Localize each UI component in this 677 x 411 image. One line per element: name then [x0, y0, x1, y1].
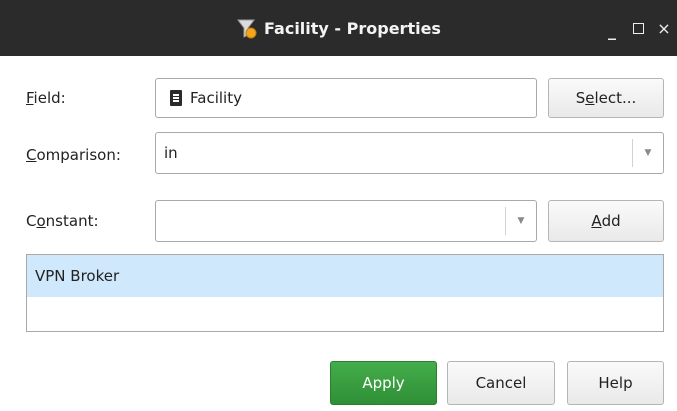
- document-icon: [170, 90, 182, 106]
- comparison-value: in: [164, 144, 178, 162]
- add-button[interactable]: Add: [548, 200, 664, 242]
- chevron-down-icon[interactable]: ▼: [505, 207, 536, 235]
- title-bar[interactable]: Facility - Properties _ ×: [0, 0, 677, 56]
- comparison-label: Comparison:: [26, 146, 121, 164]
- window-controls: _ ×: [603, 0, 673, 56]
- field-value: Facility: [190, 89, 242, 107]
- window-title: Facility - Properties: [264, 18, 441, 38]
- constant-label: Constant:: [26, 212, 99, 230]
- chevron-down-icon[interactable]: ▼: [632, 139, 663, 167]
- maximize-button[interactable]: [629, 19, 647, 38]
- comparison-dropdown[interactable]: in ▼: [155, 132, 664, 174]
- list-item[interactable]: VPN Broker: [27, 255, 663, 297]
- help-button[interactable]: Help: [567, 361, 664, 405]
- title-wrap: Facility - Properties: [0, 0, 677, 56]
- field-value-box: Facility: [155, 78, 537, 118]
- constant-combobox[interactable]: ▼: [155, 200, 537, 242]
- field-label: Field:: [26, 89, 66, 107]
- minimize-button[interactable]: _: [603, 21, 621, 40]
- properties-dialog: Facility - Properties _ × Field: Facilit…: [0, 0, 677, 411]
- cancel-button[interactable]: Cancel: [447, 361, 555, 405]
- funnel-badge-icon: [237, 19, 257, 39]
- maximize-icon: [632, 22, 644, 34]
- constant-list[interactable]: VPN Broker: [26, 254, 664, 332]
- close-button[interactable]: ×: [655, 19, 673, 38]
- apply-button[interactable]: Apply: [330, 361, 437, 405]
- select-button[interactable]: Se lect...: [548, 78, 664, 118]
